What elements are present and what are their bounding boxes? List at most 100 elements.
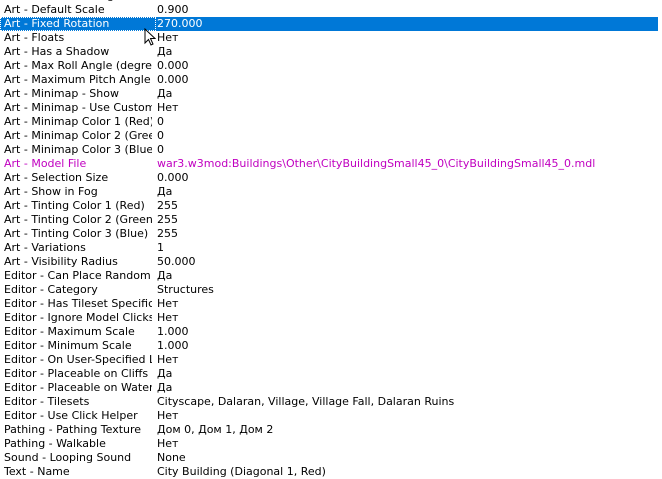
property-value[interactable]: 270.000 (156, 17, 658, 31)
property-value[interactable]: Дом 0, Дом 1, Дом 2 (157, 423, 658, 437)
property-name: Art - Tinting Color 3 (Blue) (4, 227, 149, 240)
property-value[interactable]: war3.w3mod:Buildings\Other\CityBuildingS… (157, 157, 658, 171)
property-name: Art - Minimap - Show (4, 87, 119, 100)
property-value[interactable]: Structures (157, 283, 658, 297)
property-value[interactable]: Да (157, 269, 658, 283)
property-value[interactable]: Cityscape, Dalaran, Village, Village Fal… (157, 395, 658, 409)
property-name: Art - Has a Shadow (4, 45, 110, 58)
property-name: Art - Tinting Color 1 (Red) (4, 199, 145, 212)
table-row[interactable]: Editor - Use Click Helper Нет (0, 409, 658, 423)
table-row[interactable]: Editor - Placeable on Water Да (0, 381, 658, 395)
table-row[interactable]: Pathing - Pathing Texture Дом 0, Дом 1, Д… (0, 423, 658, 437)
property-name: Editor - Minimum Scale (4, 339, 132, 352)
property-value[interactable]: Нет (157, 101, 658, 115)
table-row[interactable]: Editor - Ignore Model Clicks Нет (0, 311, 658, 325)
table-row[interactable]: Art - Minimap Color 1 (Red) 0 (0, 115, 658, 129)
property-name: Art - Visibility Radius (4, 255, 118, 268)
table-row[interactable]: Art - Minimap Color 2 (Green) 0 (0, 129, 658, 143)
property-value[interactable]: 255 (157, 227, 658, 241)
property-name: Editor - Use Click Helper (4, 409, 138, 422)
property-value[interactable]: 1.000 (157, 325, 658, 339)
property-value[interactable]: 0.000 (157, 59, 658, 73)
property-value[interactable]: Нет (157, 437, 658, 451)
table-row[interactable]: Art - Maximum Pitch Angle (d... 0.000 (0, 73, 658, 87)
property-name: Editor - Placeable on Cliffs (4, 367, 149, 380)
property-value[interactable]: 255 (157, 199, 658, 213)
property-name: Editor - Category (4, 283, 98, 296)
table-row[interactable]: Art - Minimap Color 3 (Blue) 0 (0, 143, 658, 157)
property-name: Pathing - Pathing Texture (4, 423, 142, 436)
object-properties-list[interactable]: Art - Animate in FogНетArt - Default Sca… (0, 0, 658, 479)
property-name: Pathing - Walkable (4, 437, 106, 450)
property-value[interactable]: Нет (157, 31, 658, 45)
table-row[interactable]: Art - Selection Size 0.000 (0, 171, 658, 185)
property-name: Text - Name (4, 465, 70, 478)
mouse-pointer-icon (144, 28, 156, 46)
property-value[interactable]: City Building (Diagonal 1, Red) (157, 465, 658, 479)
table-row[interactable]: Editor - Category Structures (0, 283, 658, 297)
property-value[interactable]: None (157, 451, 658, 465)
property-name: Art - Floats (4, 31, 65, 44)
property-name: Editor - Has Tileset Specific ... (4, 297, 152, 310)
property-name: Art - Minimap Color 3 (Blue) (4, 143, 152, 156)
property-value[interactable]: Да (157, 381, 658, 395)
property-name: Art - Maximum Pitch Angle (d... (4, 73, 152, 86)
property-name: Art - Minimap - Use Custom ... (4, 101, 152, 114)
table-row[interactable]: Art - Tinting Color 2 (Green) 255 (0, 213, 658, 227)
property-value[interactable]: Да (157, 185, 658, 199)
table-row[interactable]: Text - Name City Building (Diagonal 1, Re… (0, 465, 658, 479)
property-value[interactable]: Нет (157, 409, 658, 423)
property-value[interactable]: 50.000 (157, 255, 658, 269)
table-row[interactable]: Art - Default Scale 0.900 (0, 3, 658, 17)
property-name: Art - Variations (4, 241, 86, 254)
property-value[interactable]: 0.900 (157, 3, 658, 17)
table-row[interactable]: Art - Fixed Rotation 270.000 (0, 17, 658, 31)
table-row[interactable]: Art - Minimap - Use Custom ... Нет (0, 101, 658, 115)
property-value[interactable]: Нет (157, 353, 658, 367)
property-value[interactable]: 0.000 (157, 171, 658, 185)
property-name: Art - Minimap Color 2 (Green) (4, 129, 152, 142)
table-row[interactable]: Editor - Maximum Scale 1.000 (0, 325, 658, 339)
property-name: Editor - Can Place Random ... (4, 269, 152, 282)
table-row[interactable]: Art - Floats Нет (0, 31, 658, 45)
property-name: Editor - Placeable on Water (4, 381, 152, 394)
table-row[interactable]: Sound - Looping Sound None (0, 451, 658, 465)
table-row[interactable]: Art - Has a Shadow Да (0, 45, 658, 59)
property-name: Art - Fixed Rotation (0, 17, 156, 31)
property-name: Art - Tinting Color 2 (Green) (4, 213, 152, 226)
property-name: Art - Minimap Color 1 (Red) (4, 115, 152, 128)
property-value[interactable]: 0 (157, 115, 658, 129)
table-row[interactable]: Editor - Can Place Random ... Да (0, 269, 658, 283)
table-row[interactable]: Art - Model File war3.w3mod:Buildings\Oth… (0, 157, 658, 171)
property-value[interactable]: 0 (157, 143, 658, 157)
table-row[interactable]: Editor - Tilesets Cityscape, Dalaran, Vil… (0, 395, 658, 409)
table-row[interactable]: Art - Tinting Color 3 (Blue) 255 (0, 227, 658, 241)
property-value[interactable]: Нет (157, 311, 658, 325)
table-row[interactable]: Art - Max Roll Angle (degrees) 0.000 (0, 59, 658, 73)
table-row[interactable]: Editor - Minimum Scale 1.000 (0, 339, 658, 353)
property-value[interactable]: 0.000 (157, 73, 658, 87)
property-name: Editor - On User-Specified List (4, 353, 152, 366)
table-row[interactable]: Art - Tinting Color 1 (Red) 255 (0, 199, 658, 213)
property-value[interactable]: 255 (157, 213, 658, 227)
table-row[interactable]: Art - Visibility Radius 50.000 (0, 255, 658, 269)
property-value[interactable]: 1.000 (157, 339, 658, 353)
table-row[interactable]: Editor - On User-Specified List Нет (0, 353, 658, 367)
property-value[interactable]: Да (157, 87, 658, 101)
property-value[interactable]: Да (157, 45, 658, 59)
property-name: Art - Max Roll Angle (degrees) (4, 59, 152, 72)
table-row[interactable]: Editor - Placeable on Cliffs Да (0, 367, 658, 381)
property-name: Art - Show in Fog (4, 185, 98, 198)
table-row[interactable]: Pathing - Walkable Нет (0, 437, 658, 451)
property-name: Editor - Maximum Scale (4, 325, 135, 338)
table-row[interactable]: Editor - Has Tileset Specific ... Нет (0, 297, 658, 311)
property-value[interactable]: Нет (157, 297, 658, 311)
property-value[interactable]: 0 (157, 129, 658, 143)
property-value[interactable]: Да (157, 367, 658, 381)
property-value[interactable]: 1 (157, 241, 658, 255)
property-name: Art - Selection Size (4, 171, 109, 184)
table-row[interactable]: Art - Variations 1 (0, 241, 658, 255)
table-row[interactable]: Art - Show in Fog Да (0, 185, 658, 199)
list-right-edge (658, 0, 662, 479)
table-row[interactable]: Art - Minimap - Show Да (0, 87, 658, 101)
